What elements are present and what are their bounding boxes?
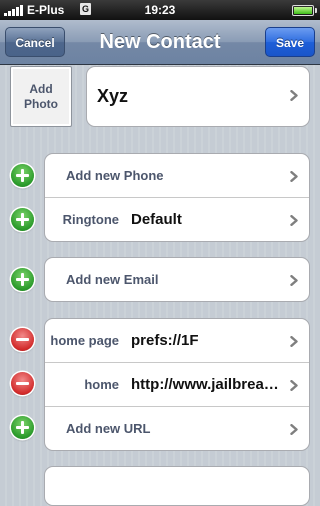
name-value: Xyz bbox=[97, 86, 129, 106]
phone-section: Add new Phone Ringtone Default bbox=[44, 153, 310, 242]
ringtone-value: Default bbox=[131, 211, 182, 228]
url-section: home page prefs://1F home http://www.jai… bbox=[44, 318, 310, 451]
add-phone-icon[interactable] bbox=[11, 164, 34, 187]
add-url-label: Add new URL bbox=[66, 421, 151, 436]
add-ringtone-icon[interactable] bbox=[11, 208, 34, 231]
add-photo-button[interactable]: Add Photo bbox=[10, 66, 72, 127]
url-label: home bbox=[84, 377, 119, 392]
ringtone-label: Ringtone bbox=[62, 212, 119, 227]
navigation-bar: New Contact Cancel Save bbox=[0, 20, 320, 65]
add-url-row[interactable]: Add new URL bbox=[45, 407, 309, 451]
save-button[interactable]: Save bbox=[265, 27, 315, 57]
add-phone-row[interactable]: Add new Phone bbox=[45, 154, 309, 198]
url-value: http://www.jailbreakme.com bbox=[131, 376, 279, 393]
remove-url-icon[interactable] bbox=[11, 328, 34, 351]
add-email-label: Add new Email bbox=[66, 272, 159, 287]
battery-icon bbox=[292, 5, 317, 16]
next-section bbox=[44, 466, 310, 506]
email-section: Add new Email bbox=[44, 257, 310, 302]
add-email-icon[interactable] bbox=[11, 268, 34, 291]
ringtone-row[interactable]: Ringtone Default bbox=[45, 198, 309, 242]
url-value: prefs://1F bbox=[131, 332, 199, 349]
add-phone-label: Add new Phone bbox=[66, 168, 164, 183]
status-bar: E-Plus G 19:23 bbox=[0, 0, 320, 20]
battery-level bbox=[294, 7, 312, 14]
chevron-right-icon bbox=[290, 90, 298, 101]
cancel-button[interactable]: Cancel bbox=[5, 27, 65, 57]
url-row[interactable]: home page prefs://1F bbox=[45, 319, 309, 363]
chevron-right-icon bbox=[290, 215, 298, 226]
add-photo-label: Add Photo bbox=[24, 81, 58, 111]
chevron-right-icon bbox=[290, 275, 298, 286]
chevron-right-icon bbox=[290, 336, 298, 347]
add-url-icon[interactable] bbox=[11, 416, 34, 439]
chevron-right-icon bbox=[290, 424, 298, 435]
chevron-right-icon bbox=[290, 380, 298, 391]
chevron-right-icon bbox=[290, 171, 298, 182]
status-time: 19:23 bbox=[144, 3, 176, 17]
name-field[interactable]: Xyz bbox=[86, 66, 310, 127]
add-email-row[interactable]: Add new Email bbox=[45, 258, 309, 302]
url-row[interactable]: home http://www.jailbreakme.com bbox=[45, 363, 309, 407]
url-label: home page bbox=[50, 333, 119, 348]
remove-url-icon[interactable] bbox=[11, 372, 34, 395]
